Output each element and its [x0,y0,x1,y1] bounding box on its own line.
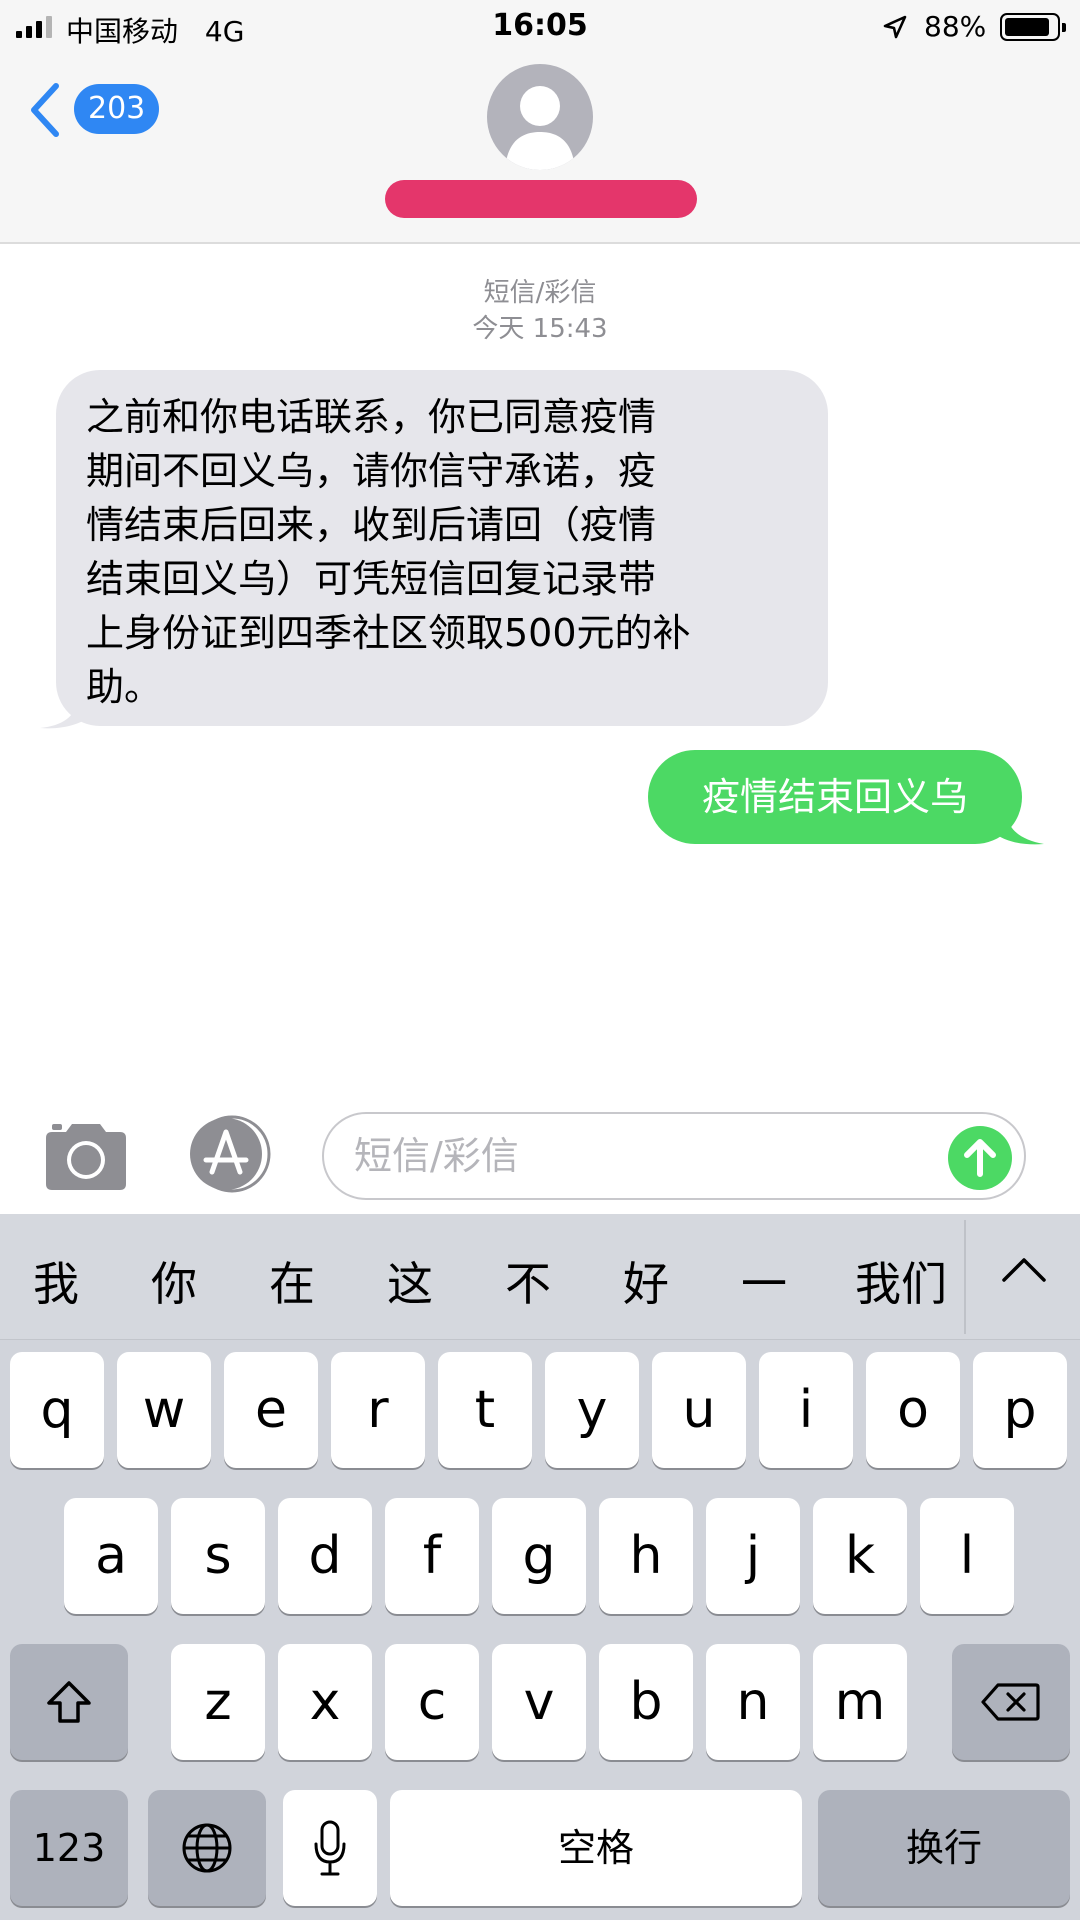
key-e[interactable]: e [224,1352,318,1468]
unread-count-badge: 203 [74,84,160,134]
key-k[interactable]: k [813,1498,907,1614]
camera-button[interactable] [42,1120,130,1192]
conversation-header: 203 [0,56,1080,244]
candidate-divider [964,1220,966,1334]
candidate-word[interactable]: 我们 [846,1248,956,1314]
key-j[interactable]: j [706,1498,800,1614]
location-arrow-icon [883,15,907,39]
candidate-word[interactable]: 我 [26,1248,86,1314]
key-m[interactable]: m [813,1644,907,1760]
candidate-word[interactable]: 一 [734,1248,794,1314]
key-c[interactable]: c [385,1644,479,1760]
message-input-field[interactable] [322,1112,1026,1200]
message-text: 疫情结束回义乌 [701,775,968,819]
globe-icon [182,1823,232,1873]
contact-name-redaction [385,180,697,218]
key-u[interactable]: u [652,1352,746,1468]
key-f[interactable]: f [385,1498,479,1614]
delete-icon [981,1683,1040,1721]
key-b[interactable]: b [599,1644,693,1760]
battery-percent: 88% [924,10,987,43]
key-p[interactable]: p [973,1352,1067,1468]
microphone-icon [314,1820,346,1876]
key-r[interactable]: r [331,1352,425,1468]
key-d[interactable]: d [278,1498,372,1614]
key-x[interactable]: x [278,1644,372,1760]
key-s[interactable]: s [171,1498,265,1614]
shift-key[interactable] [10,1644,128,1760]
key-t[interactable]: t [438,1352,532,1468]
message-line: 期间不回义乌，请你信守承诺，疫 [86,449,657,493]
message-line: 情结束后回来，收到后请回（疫情 [86,503,657,547]
battery-fill [1005,18,1049,36]
message-line: 之前和你电话联系，你已同意疫情 [86,395,657,439]
expand-candidates-button[interactable] [996,1250,1052,1290]
key-q[interactable]: q [10,1352,104,1468]
chevron-left-icon [31,83,59,137]
key-g[interactable]: g [492,1498,586,1614]
return-key[interactable]: 换行 [818,1790,1070,1906]
candidate-bar: 我 你 在 这 不 好 一 我们 [0,1214,1080,1340]
key-y[interactable]: y [545,1352,639,1468]
service-label: 短信/彩信 [483,278,597,308]
back-button[interactable]: 203 [28,76,168,146]
candidate-word[interactable]: 不 [498,1248,558,1314]
outgoing-message-bubble[interactable]: 疫情结束回义乌 [648,750,1022,844]
battery-icon [1000,13,1066,41]
key-z[interactable]: z [171,1644,265,1760]
key-i[interactable]: i [759,1352,853,1468]
key-w[interactable]: w [117,1352,211,1468]
key-h[interactable]: h [599,1498,693,1614]
dictation-key[interactable] [283,1790,377,1906]
thread-meta: 短信/彩信 今天 15:43 [0,275,1080,347]
send-arrow-icon [964,1139,996,1177]
status-bar: 中国移动 4G 16:05 88% [0,0,1080,56]
status-time: 16:05 [492,8,588,43]
candidate-word[interactable]: 好 [616,1248,676,1314]
keyboard: 我 你 在 这 不 好 一 我们 q w e r t y u i o p a s… [0,1214,1080,1920]
message-input[interactable] [354,1114,954,1198]
message-timestamp: 今天 15:43 [472,314,608,344]
app-store-button[interactable] [182,1114,278,1194]
incoming-message-bubble[interactable]: 之前和你电话联系，你已同意疫情 期间不回义乌，请你信守承诺，疫 情结束后回来，收… [56,370,828,726]
delete-key[interactable] [952,1644,1070,1760]
contact-avatar[interactable] [487,64,593,170]
key-v[interactable]: v [492,1644,586,1760]
message-line: 助。 [86,665,163,709]
globe-key[interactable] [148,1790,266,1906]
key-n[interactable]: n [706,1644,800,1760]
key-o[interactable]: o [866,1352,960,1468]
send-button[interactable] [948,1126,1012,1190]
chevron-up-icon [1002,1258,1046,1282]
numbers-key[interactable]: 123 [10,1790,128,1906]
battery-tip [1062,23,1066,32]
shift-icon [47,1681,91,1723]
person-avatar-icon [505,86,575,170]
app-store-icon [190,1115,271,1193]
candidate-word[interactable]: 你 [144,1248,204,1314]
message-line: 上身份证到四季社区领取500元的补 [86,611,691,655]
message-line: 结束回义乌）可凭短信回复记录带 [86,557,657,601]
space-key[interactable]: 空格 [390,1790,802,1906]
key-l[interactable]: l [920,1498,1014,1614]
candidate-word[interactable]: 在 [262,1248,322,1314]
camera-icon [46,1124,126,1190]
key-a[interactable]: a [64,1498,158,1614]
candidate-word[interactable]: 这 [380,1248,440,1314]
